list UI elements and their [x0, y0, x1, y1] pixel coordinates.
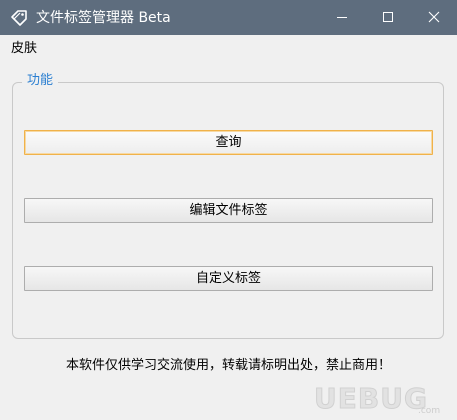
- title-bar[interactable]: 文件标签管理器 Beta: [0, 0, 457, 35]
- maximize-button[interactable]: [365, 0, 411, 35]
- app-window: 文件标签管理器 Beta 皮肤 功能 查询 编辑文件标签 自定义标签 本软件仅供…: [0, 0, 457, 420]
- window-title: 文件标签管理器 Beta: [36, 10, 171, 26]
- group-legend: 功能: [22, 73, 59, 89]
- query-button[interactable]: 查询: [24, 130, 433, 155]
- menu-item-skin[interactable]: 皮肤: [11, 40, 37, 58]
- maximize-icon: [382, 8, 394, 27]
- close-icon: [428, 8, 440, 27]
- watermark-subtext: .com: [418, 406, 441, 416]
- edit-file-tags-button[interactable]: 编辑文件标签: [24, 198, 433, 223]
- menu-bar: 皮肤: [0, 35, 457, 63]
- custom-tags-button[interactable]: 自定义标签: [24, 266, 433, 291]
- minimize-button[interactable]: [319, 0, 365, 35]
- tag-icon: [9, 8, 29, 28]
- minimize-icon: [336, 8, 348, 27]
- watermark-text: UEBUG: [314, 382, 428, 416]
- footer-notice: 本软件仅供学习交流使用，转载请标明出处，禁止商用！: [65, 358, 391, 373]
- watermark-logo: UEBUG .com: [298, 382, 456, 420]
- close-button[interactable]: [411, 0, 457, 35]
